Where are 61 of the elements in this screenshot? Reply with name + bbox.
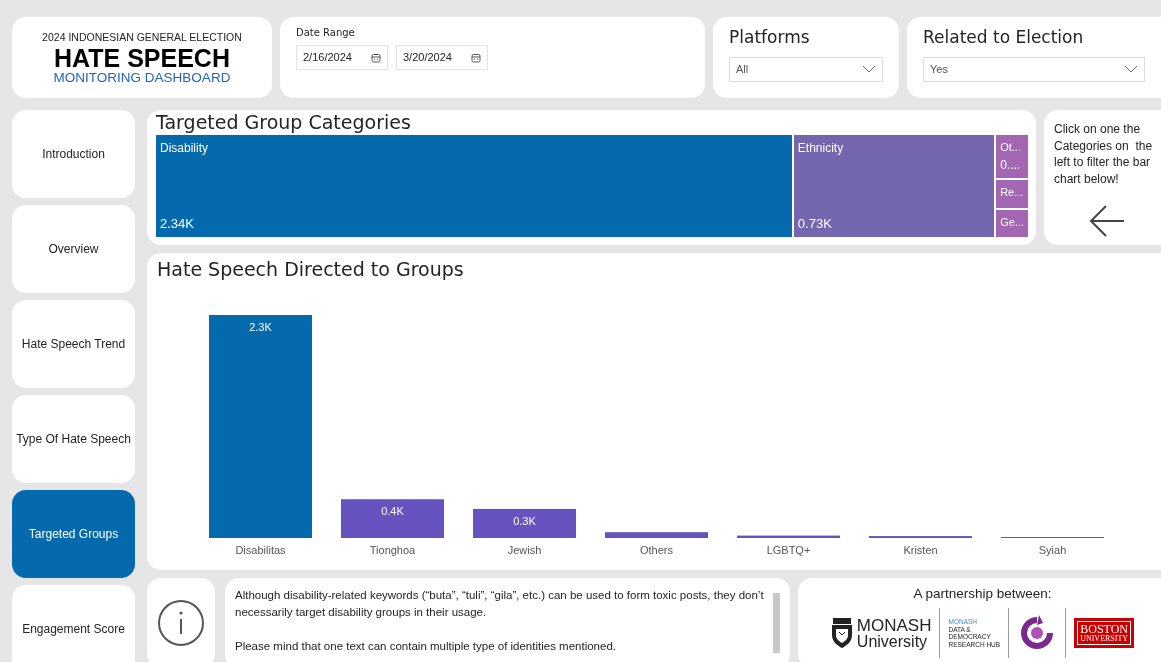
- date-field[interactable]: 2/16/2024: [296, 45, 388, 70]
- nav-button[interactable]: Introduction: [12, 110, 135, 198]
- treemap-tile[interactable]: Re...: [996, 180, 1028, 208]
- tile-value: 2.34K: [160, 214, 195, 233]
- university-name: UNIVERSITY: [1080, 635, 1129, 644]
- treemap-tile[interactable]: Disability 2.34K: [156, 135, 792, 237]
- treemap-tile[interactable]: Ot... 0....: [996, 135, 1028, 179]
- divider: [1065, 608, 1067, 659]
- category-label: Disabilitas: [235, 544, 286, 556]
- category-label: LGBTQ+: [766, 544, 811, 556]
- info-paragraph: Please mind that one text can contain multiple type of identities mentioned.: [235, 639, 617, 654]
- bar-value-label: 0.3K: [513, 514, 536, 527]
- partner-heading: A partnership between:: [913, 585, 1052, 603]
- chart-title: Hate Speech Directed to Groups: [157, 257, 465, 282]
- university-name: BOSTON: [1080, 623, 1129, 636]
- dashboard-tagline: MONITORING DASHBOARD: [53, 70, 231, 85]
- category-label: Jewish: [507, 544, 542, 556]
- tile-label: Ge...: [1000, 214, 1024, 230]
- calendar-icon: [371, 52, 381, 63]
- divider: [1008, 608, 1010, 659]
- date-range-label: Date Range: [296, 26, 356, 40]
- category-label: Others: [640, 544, 673, 556]
- info-paragraph: Although disability-related keywords (“buta”, “tuli”, “gila”, etc.) can be used to form toxic posts, they don’t necessarily target disability groups in their usage.: [235, 588, 765, 620]
- nav-button[interactable]: Engagement Score: [12, 585, 135, 662]
- tile-value: 0.73K: [797, 214, 833, 233]
- filter-label: Related to Election: [923, 26, 1085, 49]
- filter-dropdown[interactable]: All: [729, 56, 883, 82]
- dashboard-title: HATE SPEECH: [54, 45, 230, 71]
- tile-label: Ot...: [1000, 140, 1022, 155]
- nav-button[interactable]: Type Of Hate Speech: [12, 395, 135, 483]
- nav-button[interactable]: Hate Speech Trend: [12, 300, 135, 388]
- tile-label: Re...: [1000, 185, 1024, 201]
- scrollbar: [773, 593, 780, 653]
- category-label: Tionghoa: [369, 544, 416, 556]
- date-field[interactable]: 3/20/2024: [396, 45, 488, 70]
- calendar-icon: [471, 52, 481, 63]
- bar[interactable]: [473, 508, 576, 538]
- header-subtitle: 2024 INDONESIAN GENERAL ELECTION: [42, 30, 242, 46]
- tile-label: Disability: [160, 140, 209, 157]
- chart-title: Targeted Group Categories: [156, 110, 412, 135]
- filter-dropdown[interactable]: Yes: [923, 56, 1145, 82]
- bar[interactable]: [737, 535, 840, 538]
- filter-label: Platforms: [729, 26, 811, 49]
- crest-icon: [830, 618, 853, 649]
- chevron-icon: [1124, 65, 1138, 73]
- treemap-tile[interactable]: Ethnicity 0.73K: [793, 135, 995, 237]
- category-label: Syiah: [1038, 544, 1067, 556]
- bar-value-label: 2.3K: [249, 321, 272, 333]
- tile-label: Ethnicity: [797, 140, 845, 157]
- chevron-icon: [862, 65, 876, 73]
- university-name: MONASH: [856, 616, 932, 634]
- divider: [939, 608, 941, 659]
- nav-button[interactable]: Targeted Groups: [12, 490, 135, 578]
- nav-button[interactable]: Overview: [12, 205, 135, 293]
- category-label: Kristen: [903, 544, 938, 556]
- hint-text: Click on one the Categories on the left to filter the bar chart below!: [1054, 121, 1154, 187]
- tile-value: 0....: [1000, 157, 1022, 175]
- university-name: University: [856, 633, 929, 650]
- treemap-tile[interactable]: Ge...: [996, 209, 1028, 237]
- bar-value-label: 0.4K: [381, 505, 404, 518]
- info-icon: [157, 599, 205, 647]
